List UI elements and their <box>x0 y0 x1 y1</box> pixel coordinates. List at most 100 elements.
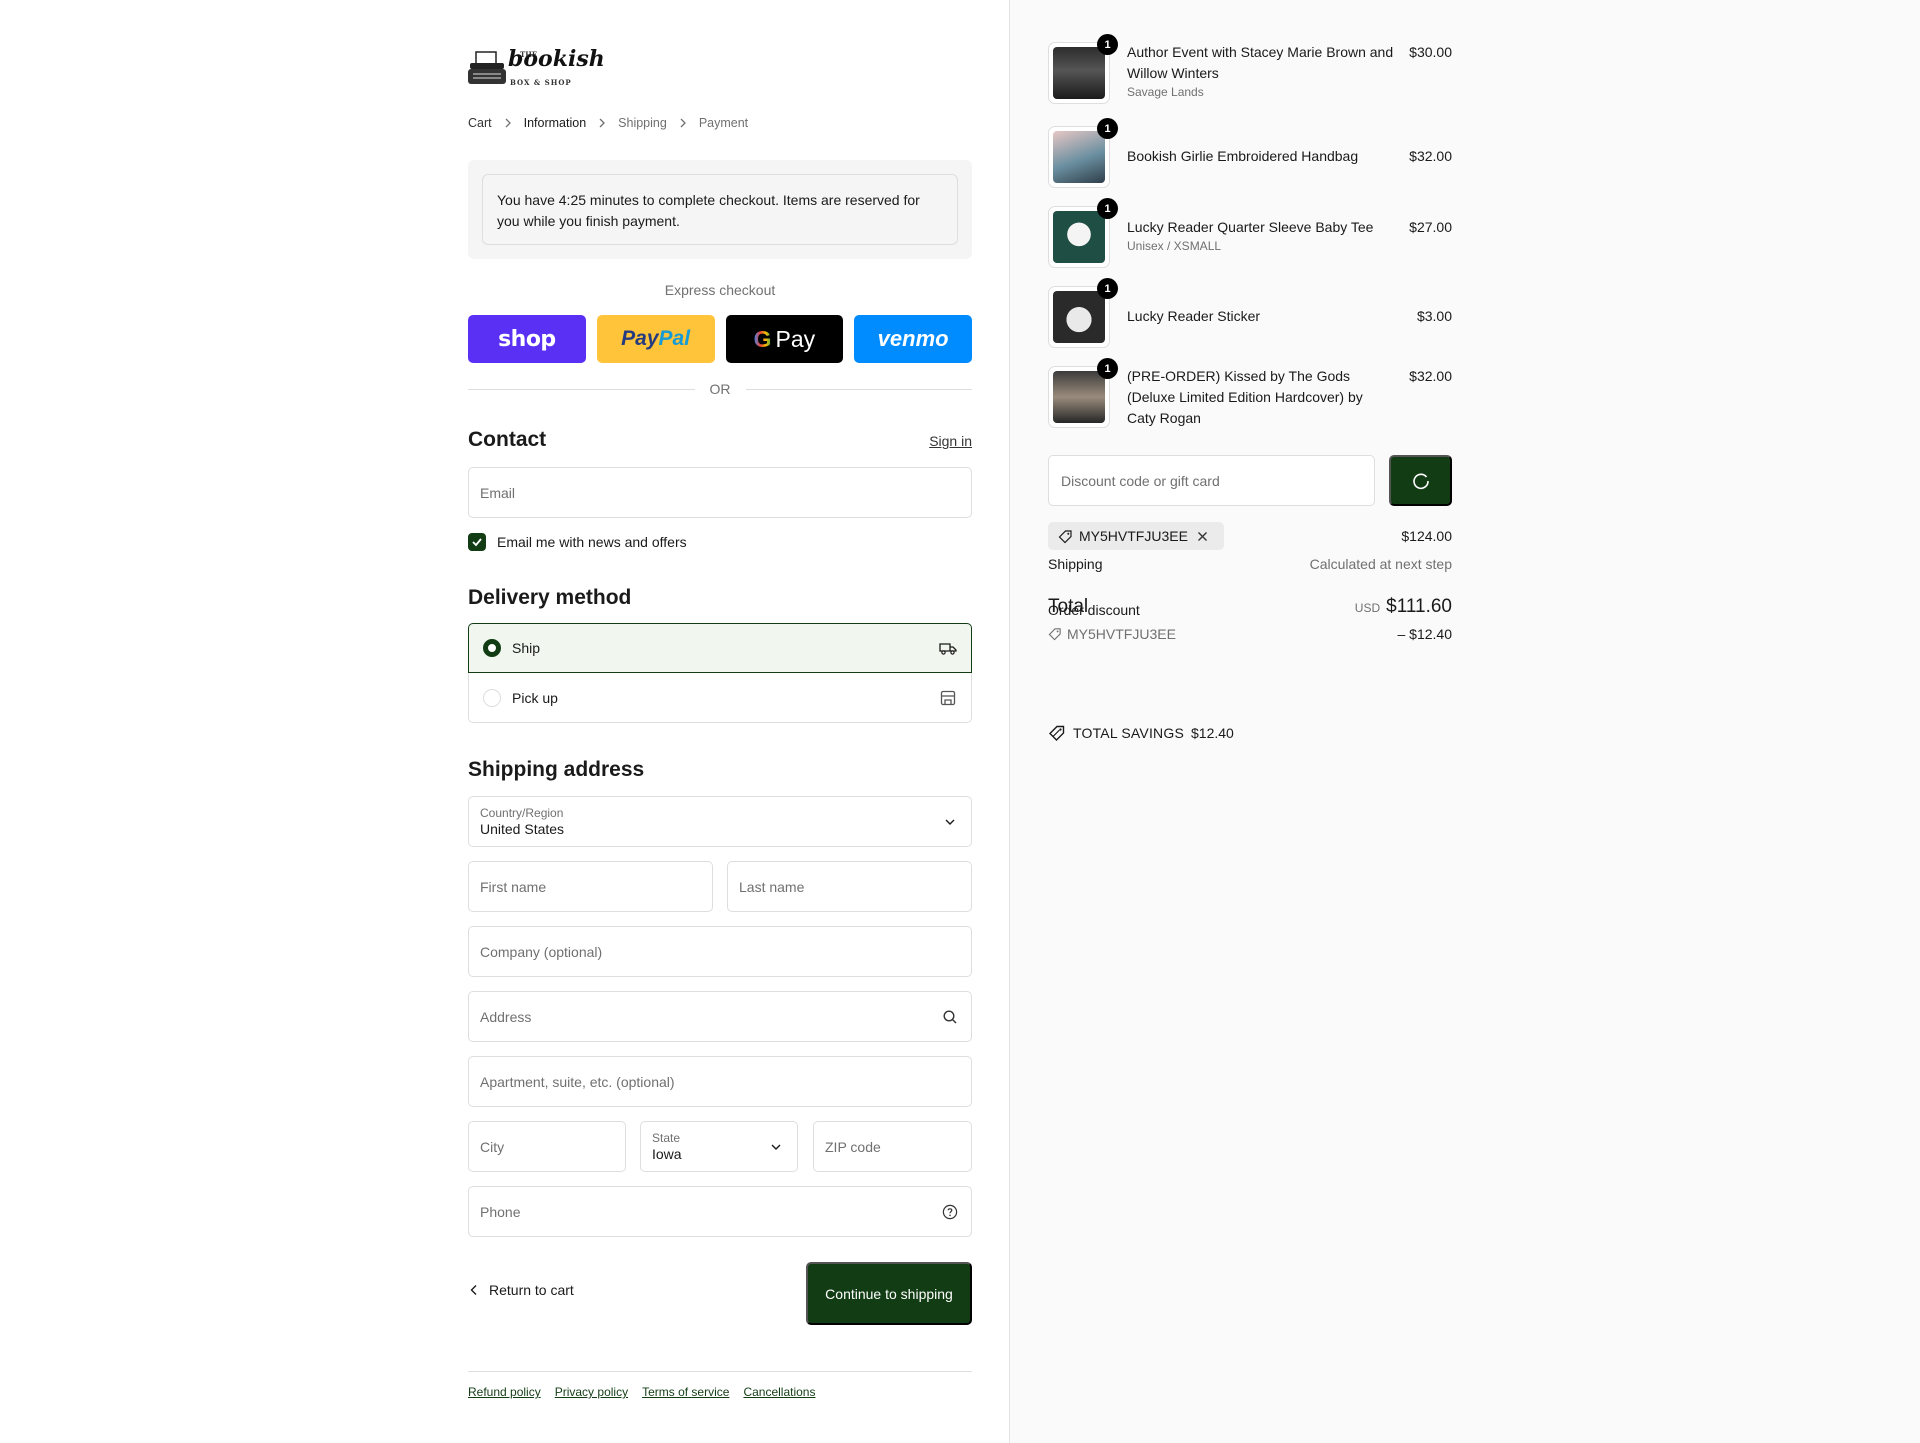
loading-spinner-icon <box>1412 473 1429 489</box>
address-placeholder: Address <box>480 1008 532 1025</box>
product-thumbnail: 1 <box>1048 278 1118 348</box>
truck-icon <box>939 643 957 655</box>
google-pay-label: Pay <box>775 325 816 352</box>
or-divider: OR <box>468 381 972 397</box>
item-info: Lucky Reader Quarter Sleeve Baby Tee Uni… <box>1127 206 1409 268</box>
subtotal-row: $124.00 <box>1048 528 1452 544</box>
return-to-cart-link[interactable]: Return to cart <box>468 1282 574 1298</box>
apply-discount-button[interactable] <box>1389 455 1452 506</box>
breadcrumb-cart[interactable]: Cart <box>468 116 492 130</box>
order-discount-label: Order discount <box>1048 602 1140 618</box>
privacy-policy-link[interactable]: Privacy policy <box>555 1385 628 1399</box>
total-savings-amount: $12.40 <box>1191 725 1234 741</box>
divider-line <box>745 388 972 390</box>
chevron-left-icon <box>470 1285 477 1295</box>
country-select[interactable]: Country/Region United States <box>468 796 972 847</box>
shipping-row: Shipping Calculated at next step <box>1048 556 1452 572</box>
city-field[interactable]: City <box>468 1121 626 1172</box>
chevron-down-icon <box>945 819 955 825</box>
reservation-notice-text: You have 4:25 minutes to complete checko… <box>482 174 958 245</box>
zip-placeholder: ZIP code <box>825 1138 881 1155</box>
first-name-field[interactable]: First name <box>468 861 713 912</box>
delivery-title: Delivery method <box>468 586 632 609</box>
google-g-icon: G <box>753 325 772 352</box>
city-placeholder: City <box>480 1138 505 1155</box>
or-text: OR <box>709 381 731 397</box>
state-label: State <box>652 1130 681 1145</box>
store-icon <box>940 690 956 705</box>
breadcrumb-shipping: Shipping <box>618 116 667 130</box>
item-name: Bookish Girlie Embroidered Handbag <box>1127 148 1359 164</box>
return-to-cart-label: Return to cart <box>489 1282 574 1298</box>
discount-code-input[interactable]: Discount code or gift card <box>1048 455 1375 506</box>
shipping-value: Calculated at next step <box>1309 556 1452 572</box>
email-field[interactable]: Email <box>468 467 972 518</box>
state-value: Iowa <box>652 1145 682 1162</box>
first-name-placeholder: First name <box>480 878 547 895</box>
breadcrumb: Cart Information Shipping Payment <box>468 116 748 130</box>
tag-icon <box>1048 628 1061 641</box>
express-checkout-title: Express checkout <box>664 282 776 298</box>
shipping-address-title: Shipping address <box>468 758 645 781</box>
ship-radio[interactable] <box>483 639 501 657</box>
address-field[interactable]: Address <box>468 991 972 1042</box>
newsletter-label: Email me with news and offers <box>497 534 687 550</box>
paypal-label-2: Pal <box>658 327 691 350</box>
quantity-badge: 1 <box>1097 118 1118 139</box>
tag-icon <box>1049 725 1065 741</box>
google-pay-button[interactable]: G Pay <box>725 315 844 363</box>
cart-item: 1 Bookish Girlie Embroidered Handbag $32… <box>1048 118 1452 188</box>
logo-name: bookish <box>508 46 605 72</box>
venmo-button[interactable]: venmo <box>854 315 972 363</box>
shop-pay-button[interactable]: shop <box>468 315 586 363</box>
delivery-option-ship[interactable]: Ship <box>468 623 972 673</box>
item-variant: Savage Lands <box>1127 85 1204 99</box>
phone-field[interactable]: Phone <box>468 1186 972 1237</box>
zip-field[interactable]: ZIP code <box>813 1121 972 1172</box>
apartment-field[interactable]: Apartment, suite, etc. (optional) <box>468 1056 972 1107</box>
delivery-option-pickup[interactable]: Pick up <box>468 673 972 723</box>
newsletter-checkbox[interactable] <box>468 533 486 551</box>
state-select[interactable]: State Iowa <box>640 1121 798 1172</box>
item-name: Author Event with Stacey Marie Brown and… <box>1127 44 1394 81</box>
item-price: $27.00 <box>1409 219 1452 235</box>
item-info: Lucky Reader Sticker <box>1127 286 1417 348</box>
book-cover-image <box>1053 371 1105 423</box>
product-thumbnail: 1 <box>1048 198 1118 268</box>
cart-item: 1 Author Event with Stacey Marie Brown a… <box>1048 34 1452 104</box>
subtotal-value: $124.00 <box>1401 528 1452 544</box>
checkout-main-panel: THE bookish BOX & SHOP Cart Information … <box>0 0 1009 1443</box>
last-name-field[interactable]: Last name <box>727 861 972 912</box>
cancellations-link[interactable]: Cancellations <box>743 1385 815 1399</box>
quantity-badge: 1 <box>1097 278 1118 299</box>
author-event-image <box>1053 47 1105 99</box>
pickup-radio[interactable] <box>483 688 501 707</box>
ship-label: Ship <box>512 640 541 656</box>
terms-of-service-link[interactable]: Terms of service <box>642 1385 729 1399</box>
newsletter-checkbox-row[interactable]: Email me with news and offers <box>468 533 687 551</box>
quantity-badge: 1 <box>1097 198 1118 219</box>
typewriter-icon <box>468 51 506 84</box>
apartment-placeholder: Apartment, suite, etc. (optional) <box>480 1073 675 1090</box>
breadcrumb-information: Information <box>523 116 587 130</box>
item-price: $32.00 <box>1409 148 1452 164</box>
chevron-right-icon <box>599 118 606 128</box>
search-icon[interactable] <box>942 1009 958 1025</box>
express-checkout-buttons: shop Pay Pal G Pay venmo <box>468 315 972 363</box>
sticker-image <box>1053 291 1105 343</box>
total-savings-label: TOTAL SAVINGS <box>1073 725 1184 741</box>
country-label: Country/Region <box>480 805 564 820</box>
product-thumbnail: 1 <box>1048 34 1118 104</box>
company-field[interactable]: Company (optional) <box>468 926 972 977</box>
sign-in-link[interactable]: Sign in <box>929 433 972 449</box>
store-logo[interactable]: THE bookish BOX & SHOP <box>468 46 605 90</box>
refund-policy-link[interactable]: Refund policy <box>468 1385 541 1399</box>
item-name: Lucky Reader Quarter Sleeve Baby Tee <box>1127 219 1374 235</box>
check-icon <box>472 538 482 547</box>
help-circle-icon[interactable] <box>942 1204 958 1220</box>
continue-to-shipping-button[interactable]: Continue to shipping <box>806 1262 972 1325</box>
paypal-button[interactable]: Pay Pal <box>596 315 715 363</box>
checkout-navigation: Return to cart Continue to shipping <box>468 1262 972 1325</box>
discount-code-row: MY5HVTFJU3EE – $12.40 <box>1048 626 1452 642</box>
discount-code-line: MY5HVTFJU3EE <box>1048 626 1176 642</box>
